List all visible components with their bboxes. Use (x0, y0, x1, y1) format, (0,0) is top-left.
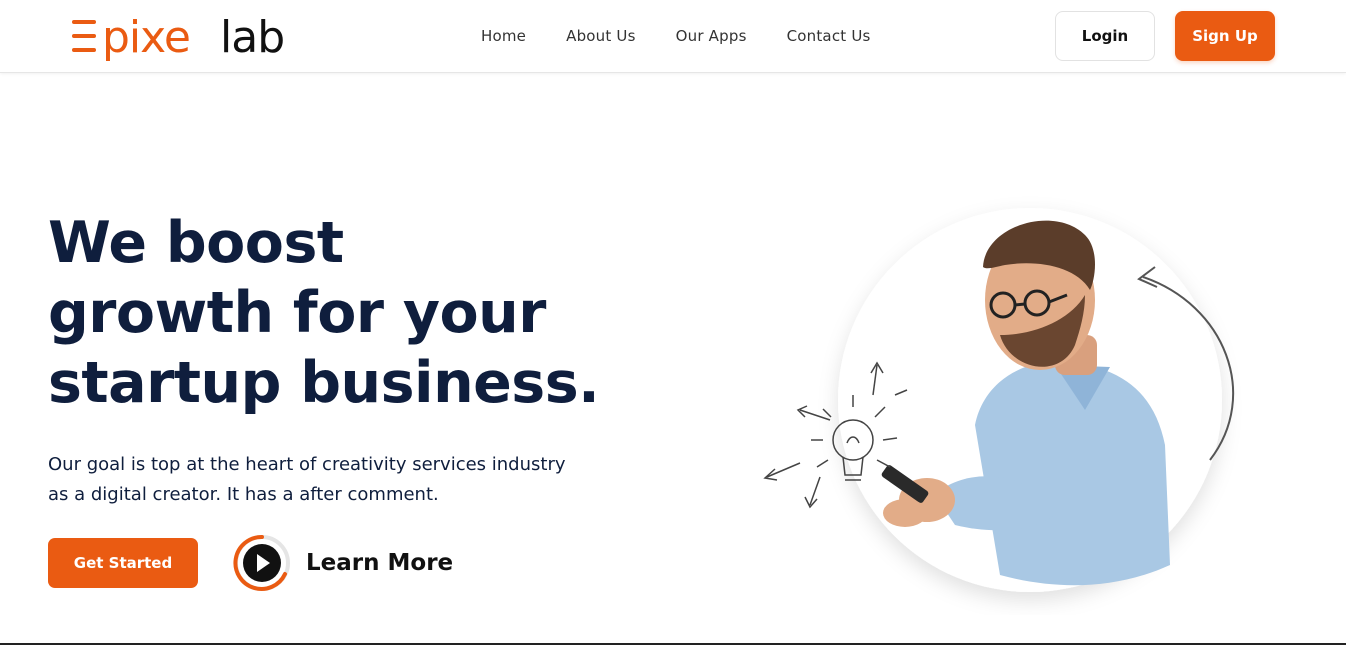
hero-subtitle: Our goal is top at the heart of creativi… (48, 450, 668, 510)
hero-title-line: startup business. (48, 350, 600, 416)
hero-title-line: We boost (48, 210, 344, 276)
nav-link-home[interactable]: Home (481, 27, 526, 45)
hero-subtitle-line: as a digital creator. It has a after com… (48, 484, 439, 505)
play-icon[interactable] (233, 534, 291, 592)
nav-link-about[interactable]: About Us (566, 27, 636, 45)
learn-more-label[interactable]: Learn More (306, 550, 453, 576)
learn-more-link[interactable]: Learn More (233, 534, 453, 592)
hero-title: We boost growth for your startup busines… (48, 208, 688, 418)
svg-text:pixe: pixe (102, 12, 190, 62)
brand-logo[interactable]: pixe lab (72, 12, 322, 62)
hero-title-line: growth for your (48, 280, 546, 346)
nav-link-apps[interactable]: Our Apps (676, 27, 747, 45)
login-button[interactable]: Login (1055, 11, 1155, 61)
get-started-button[interactable]: Get Started (48, 538, 198, 588)
signup-button[interactable]: Sign Up (1175, 11, 1275, 61)
svg-text:lab: lab (220, 12, 284, 62)
hero-subtitle-line: Our goal is top at the heart of creativi… (48, 454, 566, 475)
top-navbar: pixe lab Home About Us Our Apps Contact … (0, 0, 1346, 73)
hero-illustration (755, 195, 1275, 615)
epixelab-logo-icon: pixe lab (72, 12, 285, 62)
nav-link-contact[interactable]: Contact Us (787, 27, 871, 45)
main-nav: Home About Us Our Apps Contact Us (481, 0, 911, 72)
